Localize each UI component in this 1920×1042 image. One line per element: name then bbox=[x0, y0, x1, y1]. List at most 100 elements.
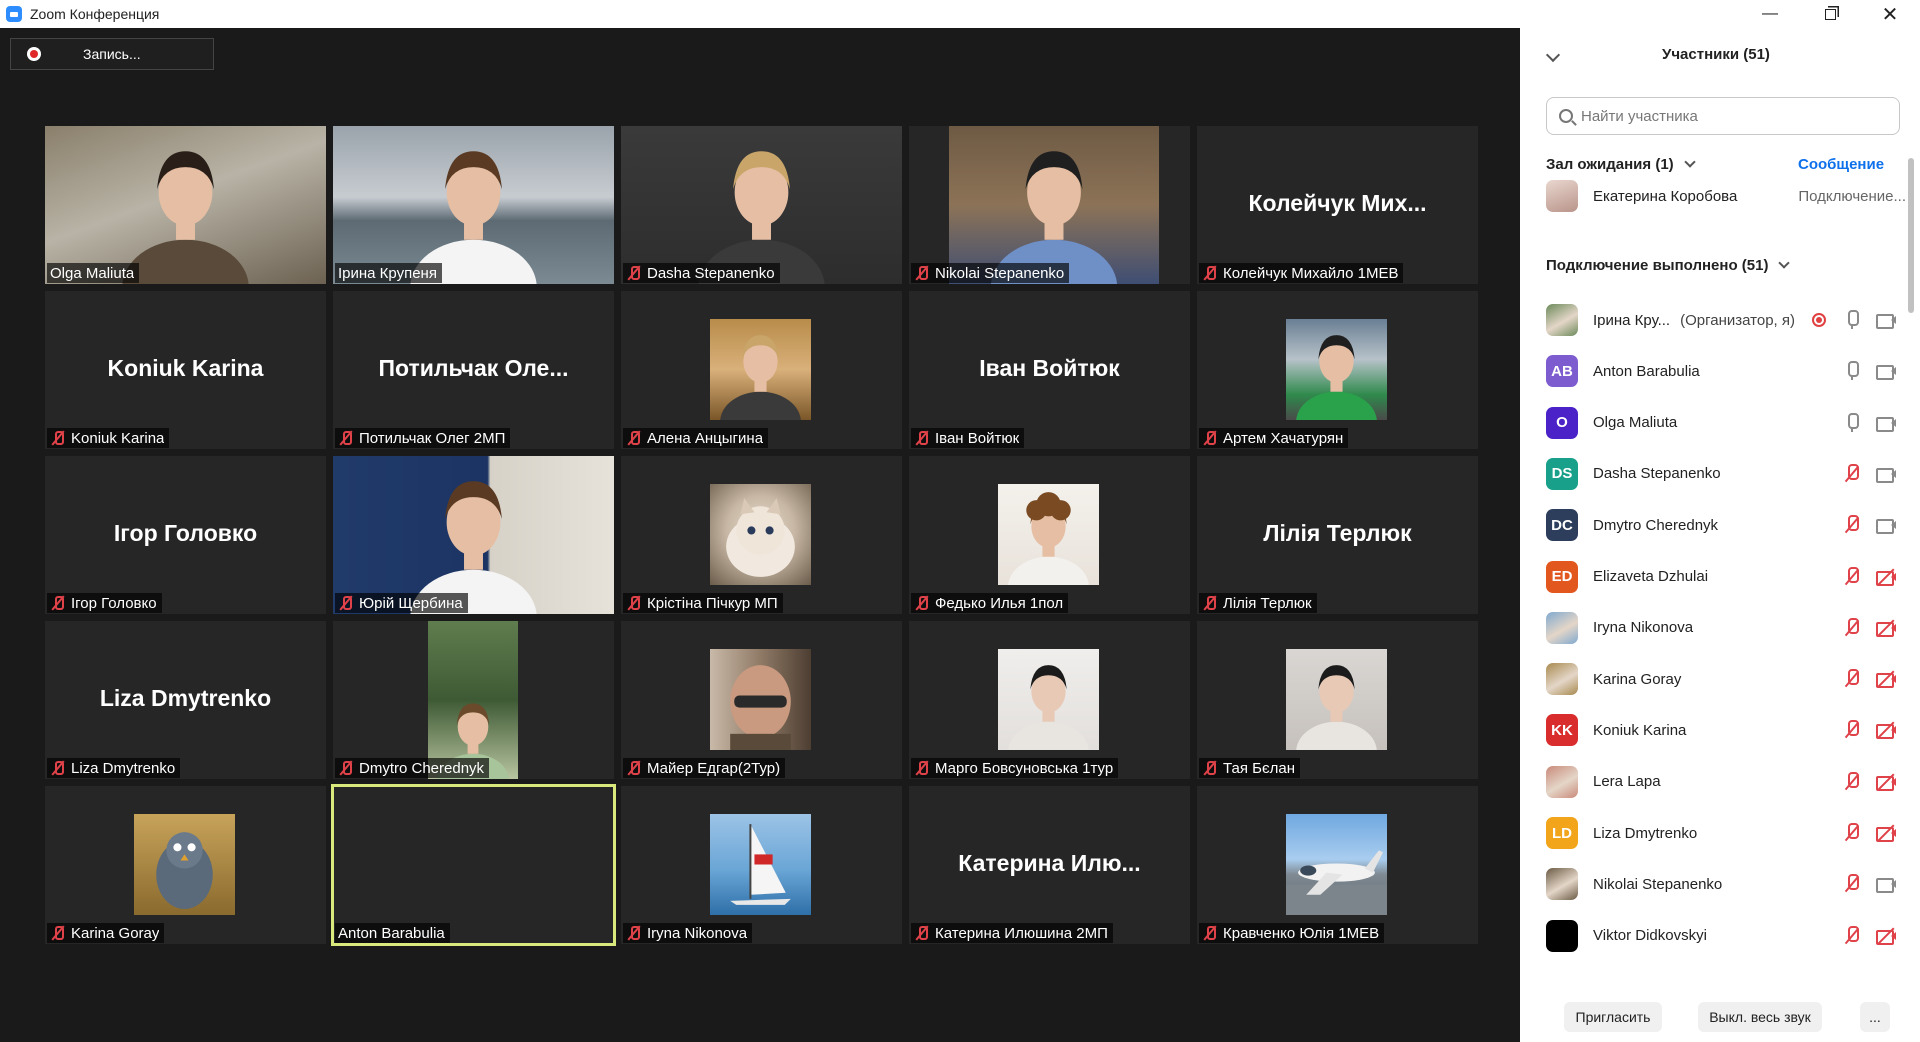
mic-muted-icon[interactable] bbox=[1842, 925, 1862, 946]
video-tile[interactable]: Ірина Крупеня bbox=[333, 126, 614, 284]
joined-section[interactable]: Подключение выполнено (51) bbox=[1546, 256, 1791, 274]
restore-icon[interactable] bbox=[1800, 0, 1860, 28]
video-tile[interactable]: Koniuk Karina Koniuk Karina bbox=[45, 291, 326, 449]
participant-name: Elizaveta Dzhulai bbox=[1593, 568, 1709, 585]
video-tile[interactable]: Anton Barabulia bbox=[331, 784, 616, 946]
tile-name-tag: Ірина Крупеня bbox=[335, 263, 442, 283]
mic-muted-icon bbox=[1202, 265, 1218, 281]
participant-row[interactable]: Nikolai Stepanenko bbox=[1546, 864, 1906, 904]
participant-search[interactable] bbox=[1546, 97, 1900, 135]
video-camera-icon[interactable] bbox=[1876, 310, 1896, 330]
mic-muted-icon[interactable] bbox=[1842, 463, 1862, 484]
video-tile[interactable]: Лілія Терлюк Лілія Терлюк bbox=[1197, 456, 1478, 614]
mic-muted-icon[interactable] bbox=[1842, 874, 1862, 894]
video-off-icon[interactable] bbox=[1876, 823, 1896, 843]
mute-all-button[interactable]: Выкл. весь звук bbox=[1698, 1002, 1822, 1032]
video-off-icon[interactable] bbox=[1876, 618, 1896, 638]
tile-name-tag: Катерина Илюшина 2МП bbox=[911, 923, 1113, 943]
microphone-icon[interactable] bbox=[1842, 310, 1862, 330]
microphone-icon[interactable] bbox=[1842, 361, 1862, 381]
more-options-button[interactable]: ... bbox=[1860, 1002, 1890, 1032]
participant-row[interactable]: O Olga Maliuta bbox=[1546, 403, 1906, 443]
video-camera-icon[interactable] bbox=[1876, 413, 1896, 433]
mic-muted-icon[interactable] bbox=[1842, 515, 1862, 535]
close-icon[interactable]: ✕ bbox=[1860, 0, 1920, 28]
participant-row[interactable]: KK Koniuk Karina bbox=[1546, 710, 1906, 750]
video-off-icon[interactable] bbox=[1876, 669, 1896, 689]
video-off-icon[interactable] bbox=[1876, 567, 1896, 587]
waiting-room-section[interactable]: Зал ожидания (1) bbox=[1546, 155, 1696, 173]
tile-name-tag: Кравченко Юлія 1МЕВ bbox=[1199, 923, 1385, 943]
video-tile[interactable]: Karina Goray bbox=[45, 786, 326, 944]
tile-name-tag: Алена Анцыгина bbox=[623, 428, 769, 448]
participant-video bbox=[333, 456, 614, 614]
video-tile[interactable]: Iryna Nikonova bbox=[621, 786, 902, 944]
video-tile[interactable]: Nikolai Stepanenko bbox=[909, 126, 1190, 284]
video-tile[interactable]: Dasha Stepanenko bbox=[621, 126, 902, 284]
mic-muted-icon[interactable] bbox=[1842, 771, 1862, 792]
video-camera-icon[interactable] bbox=[1876, 515, 1896, 535]
video-tile[interactable]: Іван Войтюк Іван Войтюк bbox=[909, 291, 1190, 449]
participant-row[interactable]: ED Elizaveta Dzhulai bbox=[1546, 557, 1906, 597]
participant-video bbox=[621, 126, 902, 284]
participant-scrollbar[interactable] bbox=[1908, 158, 1914, 1038]
video-tile[interactable]: Артем Хачатурян bbox=[1197, 291, 1478, 449]
invite-button[interactable]: Пригласить bbox=[1564, 1002, 1662, 1032]
video-tile[interactable]: Колейчук Мих... Колейчук Михайло 1МЕВ bbox=[1197, 126, 1478, 284]
minimize-icon[interactable]: — bbox=[1740, 0, 1800, 28]
video-tile[interactable]: Федько Илья 1пол bbox=[909, 456, 1190, 614]
mic-muted-icon bbox=[626, 265, 642, 281]
video-camera-icon[interactable] bbox=[1876, 361, 1896, 381]
participant-row[interactable]: Ірина Кру... (Организатор, я) bbox=[1546, 300, 1906, 340]
video-tile[interactable]: Ігор Головко Ігор Головко bbox=[45, 456, 326, 614]
video-tile[interactable]: Olga Maliuta bbox=[45, 126, 326, 284]
video-tile[interactable]: Марго Бовсуновська 1тур bbox=[909, 621, 1190, 779]
video-tile[interactable]: Майер Едгар(2Тур) bbox=[621, 621, 902, 779]
mic-muted-icon[interactable] bbox=[1842, 669, 1862, 689]
participant-row[interactable]: AB Anton Barabulia bbox=[1546, 351, 1906, 391]
video-tile[interactable]: Liza Dmytrenko Liza Dmytrenko bbox=[45, 621, 326, 779]
tile-display-name: Ігор Головко bbox=[113, 520, 258, 546]
video-tile[interactable]: Юрій Щербина bbox=[333, 456, 614, 614]
collapse-chevron-icon[interactable] bbox=[1545, 47, 1561, 63]
mic-muted-icon[interactable] bbox=[1842, 720, 1862, 740]
scrollbar-thumb[interactable] bbox=[1908, 158, 1914, 313]
mic-muted-icon bbox=[50, 760, 66, 776]
participant-row[interactable]: Iryna Nikonova bbox=[1546, 608, 1906, 648]
participant-row[interactable]: Lera Lapa bbox=[1546, 762, 1906, 802]
video-camera-icon[interactable] bbox=[1876, 464, 1896, 484]
microphone-icon[interactable] bbox=[1842, 412, 1862, 433]
video-off-icon[interactable] bbox=[1876, 772, 1896, 792]
tile-display-name: Катерина Илю... bbox=[958, 850, 1141, 876]
tile-name: Olga Maliuta bbox=[50, 264, 135, 282]
mic-muted-icon bbox=[1202, 595, 1218, 611]
tile-name: Ігор Головко bbox=[71, 594, 157, 612]
recording-button[interactable]: Запись... bbox=[10, 38, 214, 70]
participant-row[interactable]: Karina Goray bbox=[1546, 659, 1906, 699]
mic-muted-icon bbox=[50, 925, 66, 941]
video-tile[interactable]: Потильчак Оле... Потильчак Олег 2МП bbox=[333, 291, 614, 449]
video-tile[interactable]: Тая Бєлан bbox=[1197, 621, 1478, 779]
video-off-icon[interactable] bbox=[1876, 926, 1896, 946]
participant-row[interactable]: DC Dmytro Cherednyk bbox=[1546, 505, 1906, 545]
search-input[interactable] bbox=[1581, 107, 1881, 125]
mic-muted-icon[interactable] bbox=[1842, 617, 1862, 638]
participant-row[interactable]: LD Liza Dmytrenko bbox=[1546, 813, 1906, 853]
video-tile[interactable]: Катерина Илю... Катерина Илюшина 2МП bbox=[909, 786, 1190, 944]
video-camera-icon[interactable] bbox=[1876, 874, 1896, 894]
waiting-participant-row[interactable]: Екатерина Коробова Подключение... bbox=[1546, 176, 1906, 216]
video-tile[interactable]: Алена Анцыгина bbox=[621, 291, 902, 449]
video-off-icon[interactable] bbox=[1876, 720, 1896, 740]
video-tile[interactable]: Dmytro Cherednyk bbox=[333, 621, 614, 779]
participant-row[interactable]: DS Dasha Stepanenko bbox=[1546, 454, 1906, 494]
mic-muted-icon[interactable] bbox=[1842, 823, 1862, 843]
mic-muted-icon[interactable] bbox=[1842, 566, 1862, 587]
mic-muted-icon bbox=[1202, 760, 1218, 776]
video-tile[interactable]: Кравченко Юлія 1МЕВ bbox=[1197, 786, 1478, 944]
video-tile[interactable]: Крістіна Пічкур МП bbox=[621, 456, 902, 614]
participant-row[interactable]: Viktor Didkovskyi bbox=[1546, 916, 1906, 956]
participant-status-icons bbox=[1842, 361, 1896, 381]
message-link[interactable]: Сообщение bbox=[1798, 156, 1884, 173]
tile-name-tag: Dmytro Cherednyk bbox=[335, 758, 490, 778]
mic-muted-icon bbox=[626, 760, 642, 776]
